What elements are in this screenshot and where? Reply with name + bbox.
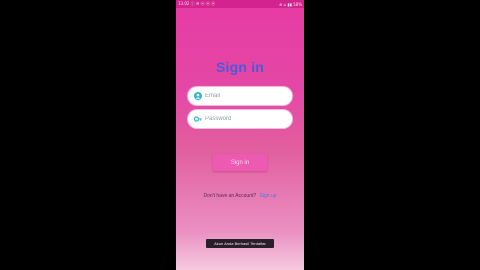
status-left: 13.02 ⓘ ✉ ⓦ ⓦ ⓦ	[178, 1, 216, 6]
sign-in-button[interactable]: Sign in	[213, 154, 267, 171]
page-title: Sign in	[215, 59, 265, 75]
sign-up-link[interactable]: Sign up	[260, 193, 277, 199]
password-field[interactable]	[188, 110, 292, 128]
status-bar: 13.02 ⓘ ✉ ⓦ ⓦ ⓦ ⊕ ⌂ ▮▮ 58%	[176, 0, 304, 8]
email-field[interactable]	[188, 87, 292, 105]
email-input[interactable]	[205, 93, 285, 99]
signup-prompt: Don't have an Account?	[203, 193, 257, 199]
password-input[interactable]	[205, 116, 285, 122]
key-icon	[194, 115, 202, 123]
toast-message: Akun Anda Berhasil Terdaftar	[206, 239, 274, 248]
status-right: ⊕ ⌂ ▮▮ 58%	[279, 1, 302, 7]
user-icon	[194, 92, 202, 100]
signup-prompt-row: Don't have an Account? Sign up	[176, 193, 304, 199]
phone-screen: 13.02 ⓘ ✉ ⓦ ⓦ ⓦ ⊕ ⌂ ▮▮ 58% Sign in Sign …	[176, 0, 304, 270]
